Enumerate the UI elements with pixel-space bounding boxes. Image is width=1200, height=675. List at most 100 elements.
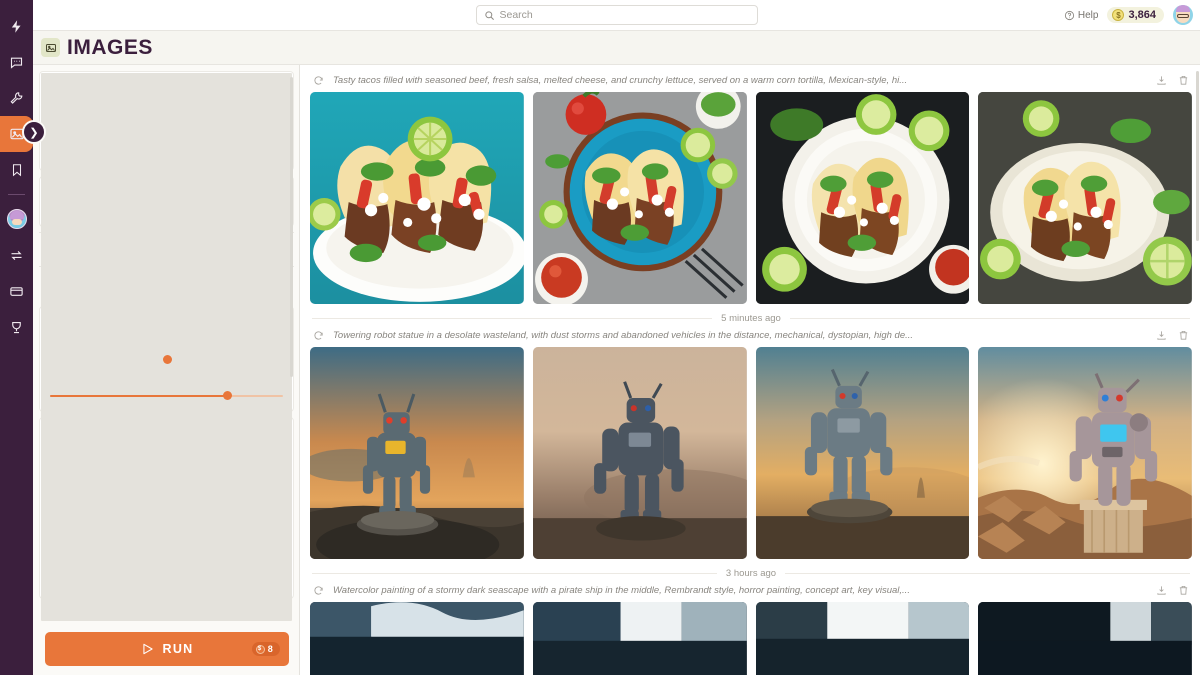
settings-panel-scroll: ▾ DESCRIBE THE IMAGE YOU WANT Tasty taco…	[39, 71, 294, 626]
generation-actions	[1156, 585, 1189, 596]
download-icon[interactable]	[1156, 585, 1167, 596]
seascape-image-1	[310, 602, 524, 675]
robot-image-4	[978, 347, 1192, 559]
credits-badge[interactable]: $ 3,864	[1107, 7, 1164, 23]
sidebar-item-switch[interactable]	[0, 237, 33, 273]
aspect-ratio-slider-handle[interactable]	[163, 355, 172, 364]
top-bar-right: Help $ 3,864	[1064, 5, 1193, 25]
generation-prompt: Watercolor painting of a stormy dark sea…	[333, 585, 1147, 596]
generated-image[interactable]	[533, 347, 747, 559]
avatar	[7, 209, 27, 229]
generated-image[interactable]	[756, 92, 970, 304]
body-row: ▾ DESCRIBE THE IMAGE YOU WANT Tasty taco…	[33, 65, 1200, 675]
sidebar-item-profile[interactable]	[0, 201, 33, 237]
seascape-image-3	[756, 602, 970, 675]
sidebar-item-billing[interactable]	[0, 273, 33, 309]
aspect-ratio-slider[interactable]	[50, 353, 283, 369]
generated-image[interactable]	[978, 602, 1192, 675]
generated-image[interactable]	[978, 92, 1192, 304]
taco-image-1	[310, 92, 524, 304]
gallery-scrollbar[interactable]	[1196, 71, 1199, 241]
image-count-slider-handle[interactable]	[223, 391, 232, 400]
seascape-image-2	[533, 602, 747, 675]
run-button[interactable]: RUN $ 8	[45, 632, 289, 666]
regenerate-icon[interactable]	[313, 75, 324, 86]
separator-line-right	[790, 318, 1190, 319]
generation-actions	[1156, 75, 1189, 86]
image-count-slider[interactable]	[50, 391, 283, 401]
gallery: Tasty tacos filled with seasoned beef, f…	[300, 65, 1200, 675]
image-grid	[310, 92, 1192, 304]
download-icon[interactable]	[1156, 75, 1167, 86]
separator-line-left	[312, 318, 712, 319]
panel-scrollbar[interactable]	[290, 77, 293, 377]
download-icon[interactable]	[1156, 330, 1167, 341]
expand-sidebar-button[interactable]: ❯	[22, 120, 46, 144]
image-grid	[310, 347, 1192, 559]
help-label: Help	[1078, 10, 1099, 21]
image-grid	[310, 602, 1192, 675]
robot-image-1	[310, 347, 524, 559]
generated-image[interactable]	[310, 602, 524, 675]
generation-prompt: Tasty tacos filled with seasoned beef, f…	[333, 75, 1147, 86]
page-icon-badge	[41, 38, 60, 57]
generated-image[interactable]	[310, 347, 524, 559]
run-button-wrap: RUN $ 8	[39, 626, 294, 675]
separator-line-left	[312, 573, 717, 574]
taco-image-3	[756, 92, 970, 304]
search-placeholder: Search	[500, 9, 533, 21]
delete-icon[interactable]	[1178, 585, 1189, 596]
swap-arrows-icon	[9, 248, 24, 263]
seascape-image-4	[978, 602, 1192, 675]
main-region: Search Help $ 3,864	[33, 0, 1200, 675]
sidebar-item-tools[interactable]	[0, 80, 33, 116]
portrait-ratio-icon[interactable]	[273, 337, 283, 353]
generated-image[interactable]	[756, 602, 970, 675]
generated-image[interactable]	[756, 347, 970, 559]
user-avatar[interactable]	[1173, 5, 1193, 25]
timestamp-separator: 3 hours ago	[310, 559, 1192, 581]
credits-value: 3,864	[1128, 9, 1156, 21]
sidebar-item-generate[interactable]	[0, 8, 33, 44]
sidebar-rail	[0, 0, 33, 675]
coin-icon: $	[256, 645, 265, 654]
coin-icon: $	[1112, 9, 1124, 21]
search-input[interactable]: Search	[476, 5, 758, 25]
generation-timestamp: 5 minutes ago	[721, 313, 781, 324]
sidebar-item-rewards[interactable]	[0, 309, 33, 345]
run-cost-badge: $ 8	[252, 642, 280, 656]
run-cost-value: 8	[268, 644, 274, 654]
sidebar-item-chat[interactable]	[0, 44, 33, 80]
image-icon	[45, 42, 57, 54]
generation-row: Watercolor painting of a stormy dark sea…	[310, 581, 1192, 675]
regenerate-icon[interactable]	[313, 585, 324, 596]
search-icon	[484, 10, 495, 21]
page-header: IMAGES	[33, 31, 1200, 65]
separator-line-right	[785, 573, 1190, 574]
generated-image[interactable]	[533, 92, 747, 304]
chat-bubble-icon	[9, 55, 24, 70]
run-button-label: RUN	[163, 642, 194, 656]
generation-timestamp: 3 hours ago	[726, 568, 776, 579]
help-button[interactable]: Help	[1064, 10, 1099, 21]
delete-icon[interactable]	[1178, 330, 1189, 341]
aspect-ratio-row: 1 : 1	[40, 333, 293, 353]
regenerate-icon[interactable]	[313, 330, 324, 341]
sidebar-item-bookmarks[interactable]	[0, 152, 33, 188]
generation-header: Watercolor painting of a stormy dark sea…	[310, 583, 1192, 602]
app-root: ❯ Search Help	[0, 0, 1200, 675]
generation-header: Tasty tacos filled with seasoned beef, f…	[310, 73, 1192, 92]
trophy-icon	[9, 320, 24, 335]
generation-prompt: Towering robot statue in a desolate wast…	[333, 330, 1147, 341]
slider-fill	[50, 395, 227, 397]
generated-image[interactable]	[533, 602, 747, 675]
generated-image[interactable]	[978, 347, 1192, 559]
generation-actions	[1156, 330, 1189, 341]
timestamp-separator: 5 minutes ago	[310, 304, 1192, 326]
lightning-bolt-icon	[9, 19, 24, 34]
play-icon	[141, 642, 155, 656]
delete-icon[interactable]	[1178, 75, 1189, 86]
page-title: IMAGES	[67, 36, 153, 60]
settings-section: ▾ SETTINGS 1 : 1 Image count	[39, 306, 294, 412]
generated-image[interactable]	[310, 92, 524, 304]
